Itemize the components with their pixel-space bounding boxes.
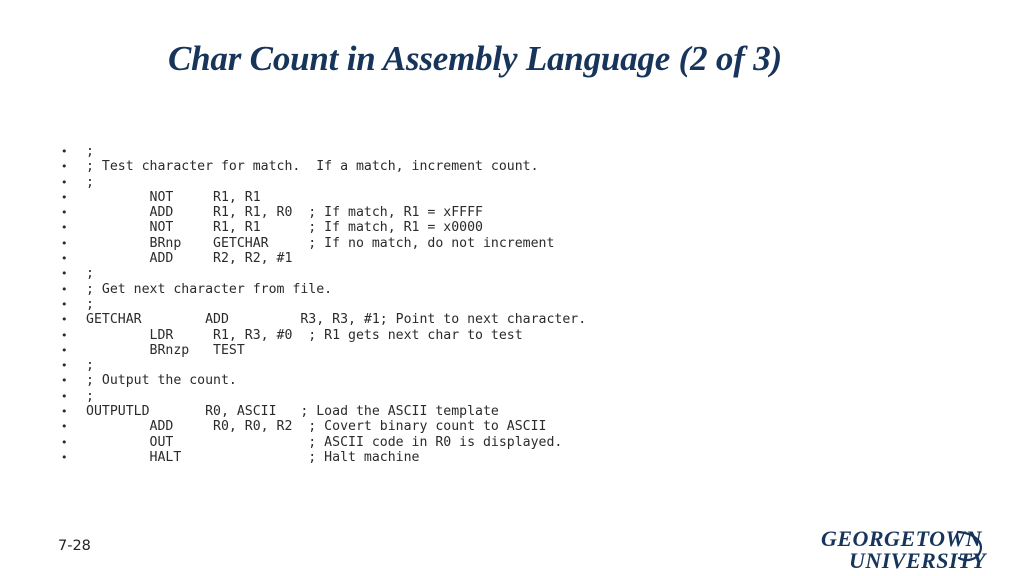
bullet-icon: •	[61, 221, 68, 235]
code-line-text: ADD R1, R1, R0 ; If match, R1 = xFFFF	[86, 205, 483, 221]
code-line-text: NOT R1, R1	[86, 189, 261, 205]
bullet-icon: •	[61, 160, 68, 174]
code-line-text: ; Get next character from file.	[86, 281, 333, 297]
bullet-icon: •	[61, 405, 68, 419]
bullet-icon: •	[61, 282, 68, 296]
code-line: • ; Output the count.	[58, 373, 988, 388]
code-line: •;	[58, 389, 988, 404]
code-line-text: ADD R0, R0, R2 ; Covert binary count to …	[86, 419, 547, 435]
code-line: • NOT R1, R1 ; If match, R1 = x0000	[58, 220, 988, 235]
code-line-text: ; Output the count.	[86, 373, 237, 389]
code-line-text: ADD R2, R2, #1	[86, 251, 293, 267]
code-line-text: BRnp GETCHAR ; If no match, do not incre…	[86, 235, 555, 251]
code-line: •;	[58, 266, 988, 281]
bullet-icon: •	[61, 374, 68, 388]
code-line: • ADD R2, R2, #1	[58, 251, 988, 266]
bullet-icon: •	[61, 450, 68, 464]
code-line-text: ; Test character for match. If a match, …	[86, 159, 539, 175]
bullet-icon: •	[61, 435, 68, 449]
bullet-icon: •	[61, 313, 68, 327]
code-line: • HALT ; Halt machine	[58, 450, 988, 465]
code-line: • OUTPUTLD R0, ASCII ; Load the ASCII tem…	[58, 404, 988, 419]
code-line: •;	[58, 358, 988, 373]
bullet-icon: •	[61, 267, 68, 281]
bullet-icon: •	[61, 252, 68, 266]
code-line: • NOT R1, R1	[58, 190, 988, 205]
code-line: • LDR R1, R3, #0 ; R1 gets next char to …	[58, 328, 988, 343]
assembly-code-list: •; •; Test character for match. If a matc…	[58, 144, 988, 465]
code-line-text: GETCHAR ADD R3, R3, #1; Point to next ch…	[86, 312, 587, 328]
code-line-text: OUT ; ASCII code in R0 is displayed.	[86, 434, 563, 450]
slide-canvas: Char Count in Assembly Language (2 of 3)…	[0, 0, 1024, 576]
bullet-icon: •	[61, 420, 68, 434]
code-line: • ADD R0, R0, R2 ; Covert binary count t…	[58, 419, 988, 434]
code-line-text: NOT R1, R1 ; If match, R1 = x0000	[86, 220, 483, 236]
code-line-text: OUTPUTLD R0, ASCII ; Load the ASCII temp…	[86, 404, 499, 420]
bullet-icon: •	[61, 359, 68, 373]
code-line: •;	[58, 144, 988, 159]
bullet-icon: •	[61, 389, 68, 403]
bullet-icon: •	[61, 328, 68, 342]
code-line: • BRnp GETCHAR ; If no match, do not inc…	[58, 236, 988, 251]
code-line: • ; Get next character from file.	[58, 282, 988, 297]
code-line: • GETCHAR ADD R3, R3, #1; Point to next c…	[58, 312, 988, 327]
logo-line-georgetown: GEORGETOWN	[820, 526, 982, 551]
code-line: • OUT ; ASCII code in R0 is displayed.	[58, 435, 988, 450]
logo-line-university: UNIVERSITY	[848, 548, 986, 573]
bullet-icon: •	[61, 236, 68, 250]
bullet-icon: •	[61, 343, 68, 357]
bullet-icon: •	[61, 206, 68, 220]
bullet-icon: •	[61, 145, 68, 158]
code-line-text: HALT ; Halt machine	[86, 449, 420, 465]
code-line-text: BRnzp TEST	[86, 342, 245, 358]
georgetown-university-logo: GEORGETOWN UNIVERSITY	[792, 528, 988, 572]
bullet-icon: •	[61, 297, 68, 311]
bullet-icon: •	[61, 175, 68, 189]
code-line: •;	[58, 297, 988, 312]
code-line: •;	[58, 175, 988, 190]
code-line-text: LDR R1, R3, #0 ; R1 gets next char to te…	[86, 327, 523, 343]
code-line: • ; Test character for match. If a match,…	[58, 159, 988, 174]
code-line: • ADD R1, R1, R0 ; If match, R1 = xFFFF	[58, 205, 988, 220]
page-title: Char Count in Assembly Language (2 of 3)	[168, 39, 782, 78]
bullet-icon: •	[61, 190, 68, 204]
page-number: 7-28	[58, 538, 91, 554]
code-line: • BRnzp TEST	[58, 343, 988, 358]
